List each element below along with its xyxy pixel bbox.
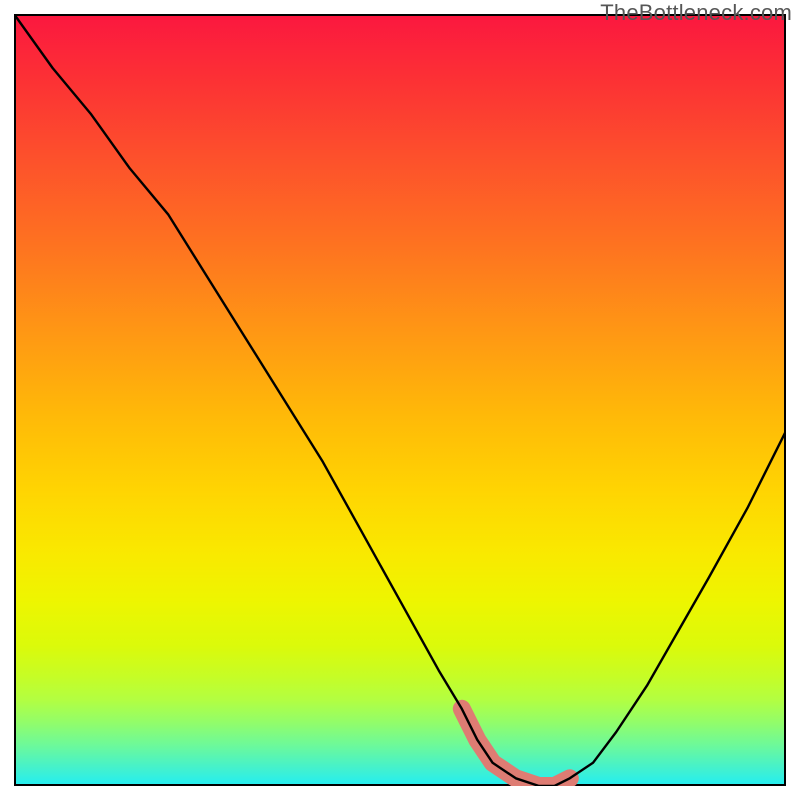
chart-stage: TheBottleneck.com	[0, 0, 800, 800]
watermark-label: TheBottleneck.com	[600, 0, 792, 26]
chart-background	[14, 14, 786, 786]
